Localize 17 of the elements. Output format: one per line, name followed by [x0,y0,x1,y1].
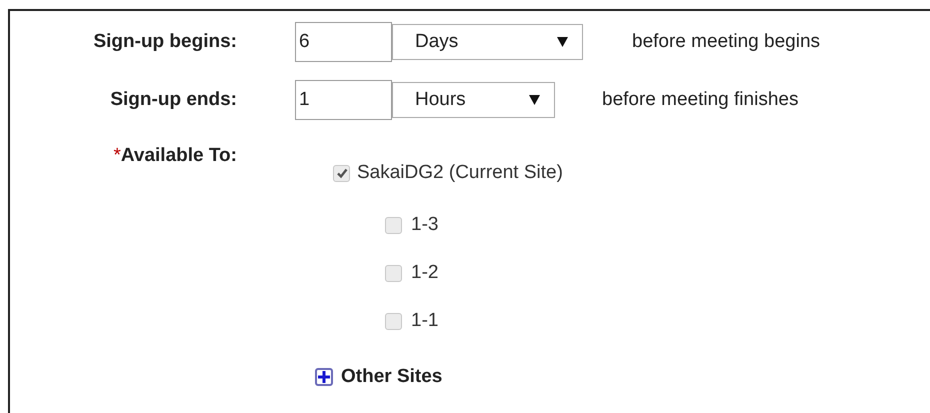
unit-select[interactable]: Days [392,24,583,60]
field-label: *Available To: [112,144,237,168]
site-label: SakaiDG2 (Current Site) [357,161,563,185]
group-label: 1-1 [411,309,438,334]
field-suffix: before meeting begins [632,30,820,54]
dropdown-arrow-icon [529,95,540,105]
number-field[interactable]: 1 [295,80,392,120]
other-sites-toggle[interactable]: Other Sites [341,362,442,391]
dropdown-arrow-icon [557,37,568,47]
field-suffix: before meeting finishes [602,88,798,112]
group-label: 1-2 [411,261,438,286]
expand-icon[interactable] [315,368,333,386]
field-label: Sign-up begins: [92,30,237,54]
unit-select[interactable]: Hours [392,82,555,118]
number-field[interactable]: 6 [295,22,392,62]
group-label: 1-3 [411,213,438,238]
field-label: Sign-up ends: [109,88,237,112]
